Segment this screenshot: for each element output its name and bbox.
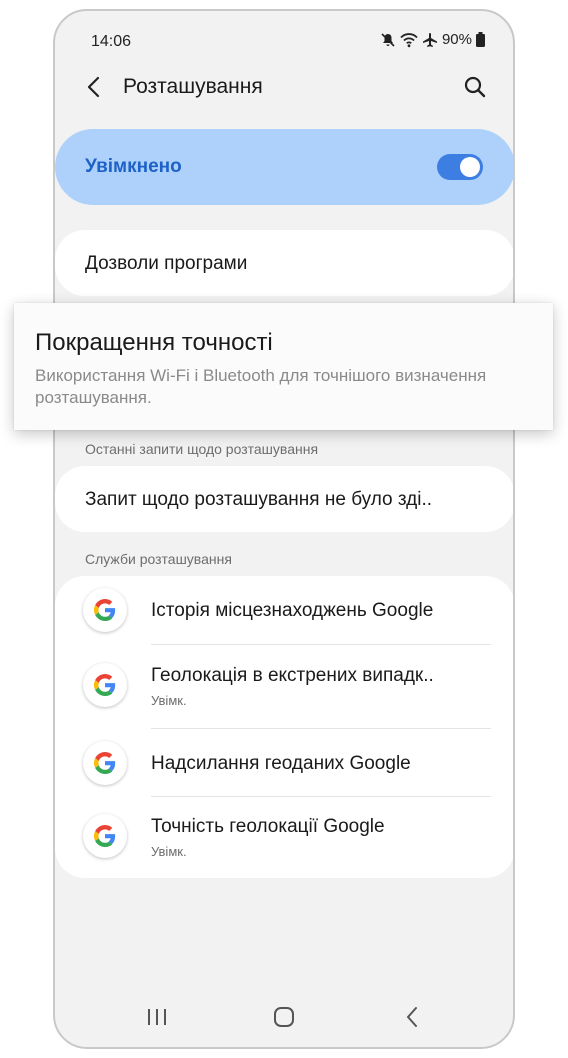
back-arrow-icon[interactable] [81, 73, 109, 101]
app-permissions-item[interactable]: Дозволи програми [55, 230, 513, 296]
improve-accuracy-description: Використання Wi-Fi і Bluetooth для точні… [35, 366, 487, 407]
google-g-icon [83, 741, 127, 785]
battery-icon [476, 32, 485, 47]
divider [151, 796, 491, 797]
page-title: Розташування [123, 75, 263, 98]
list-item-title: Геолокація в екстрених випадк.. [151, 665, 434, 686]
master-switch-bar[interactable]: Увімкнено [55, 129, 513, 205]
search-icon[interactable] [461, 73, 489, 101]
back-nav-icon[interactable] [397, 1001, 429, 1033]
wifi-icon [400, 32, 418, 48]
list-item[interactable]: Історія місцезнаходжень Google [55, 576, 513, 646]
improve-accuracy-item[interactable]: Покращення точності Використання Wi-Fi і… [14, 303, 553, 430]
list-item-title: Надсилання геоданих Google [151, 753, 411, 774]
phone-screen: 14:06 90% Розташування Увімкнено Дозволи… [53, 9, 515, 1049]
toggle-knob [460, 157, 480, 177]
google-g-icon [83, 814, 127, 858]
recents-icon[interactable] [141, 1001, 173, 1033]
location-services-header: Служби розташування [85, 551, 232, 567]
recent-requests-header: Останні запити щодо розташування [85, 441, 319, 457]
google-g-icon [83, 588, 127, 632]
status-time: 14:06 [91, 33, 132, 50]
recent-request-item[interactable]: Запит щодо розташування не було зді.. [55, 466, 513, 532]
list-item-subtitle: Увімк. [151, 844, 187, 859]
master-switch-label: Увімкнено [85, 156, 182, 177]
list-item-title: Історія місцезнаходжень Google [151, 600, 434, 621]
navigation-bar [55, 987, 513, 1047]
home-icon[interactable] [268, 1001, 300, 1033]
status-icons: 90% [380, 31, 485, 48]
app-permissions-label: Дозволи програми [85, 253, 248, 274]
battery-percent: 90% [441, 31, 472, 48]
mute-icon [380, 32, 396, 48]
list-item[interactable]: Точність геолокації Google Увімк. [55, 802, 513, 872]
airplane-icon [422, 32, 438, 48]
recent-request-label: Запит щодо розташування не було зді.. [85, 489, 433, 510]
location-services-list: Історія місцезнаходжень Google Геолокаці… [55, 576, 513, 878]
list-item-subtitle: Увімк. [151, 693, 187, 708]
master-toggle[interactable] [437, 154, 483, 180]
list-item[interactable]: Надсилання геоданих Google [55, 729, 513, 799]
improve-accuracy-title: Покращення точності [35, 329, 273, 356]
divider [151, 644, 491, 645]
google-g-icon [83, 663, 127, 707]
list-item-title: Точність геолокації Google [151, 816, 385, 837]
list-item[interactable]: Геолокація в екстрених випадк.. Увімк. [55, 651, 513, 721]
